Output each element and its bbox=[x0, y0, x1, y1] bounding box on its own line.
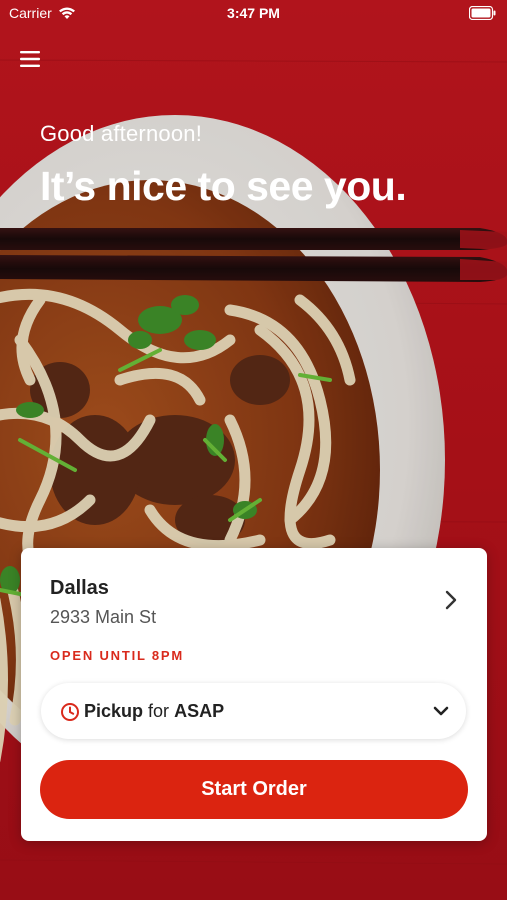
chevron-right-icon bbox=[445, 590, 457, 610]
order-time: ASAP bbox=[174, 701, 225, 721]
order-connector: for bbox=[148, 701, 170, 721]
status-time: 3:47 PM bbox=[227, 5, 280, 21]
location-city: Dallas bbox=[50, 577, 109, 599]
store-hours-label: OPEN UNTIL 8PM bbox=[50, 648, 185, 663]
order-mode-selector[interactable]: Pickup for ASAP bbox=[41, 683, 466, 739]
clock-icon bbox=[61, 703, 79, 721]
location-address: 2933 Main St bbox=[50, 607, 157, 627]
headline-text: It’s nice to see you. bbox=[40, 163, 407, 209]
greeting-text: Good afternoon! bbox=[40, 121, 203, 146]
order-mode-text: Pickup for ASAP bbox=[84, 701, 224, 722]
location-details-button[interactable] bbox=[441, 588, 461, 612]
status-bar: Carrier 3:47 PM bbox=[0, 0, 507, 28]
hamburger-menu-button[interactable] bbox=[18, 48, 42, 70]
start-order-button[interactable]: Start Order bbox=[40, 760, 468, 819]
chevron-down-icon bbox=[433, 706, 449, 716]
hamburger-menu-icon bbox=[20, 51, 40, 67]
order-method: Pickup bbox=[84, 701, 144, 721]
battery-icon bbox=[468, 5, 497, 23]
location-card: Dallas 2933 Main St OPEN UNTIL 8PM Picku… bbox=[21, 548, 487, 841]
